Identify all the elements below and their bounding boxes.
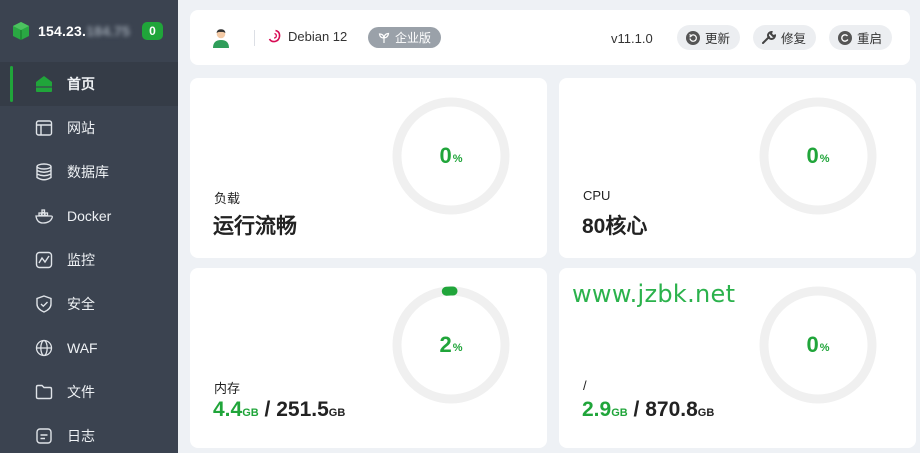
disk-label: / [583,378,587,393]
cpu-gauge: 0% [757,95,879,217]
load-status: 运行流畅 [213,215,297,238]
sidebar-item-label: 数据库 [67,164,109,180]
load-percent: 0% [439,143,463,168]
sidebar-item-label: WAF [67,340,98,356]
sidebar-item-label: 监控 [67,252,95,268]
sidebar-item-label: 文件 [67,384,95,400]
restart-icon [838,30,852,45]
memory-card[interactable]: 2% 内存 4.4GB / 251.5GB [190,268,547,448]
restart-button[interactable]: 重启 [829,25,893,50]
load-card[interactable]: 0% 负载 运行流畅 [190,78,547,258]
website-icon [34,118,54,138]
avatar[interactable] [210,27,232,49]
sidebar-nav: 首页 网站 数据库 Docker 监控 安全 WAF 文件 日志 [0,62,178,453]
load-gauge: 0% [390,95,512,217]
sidebar-item-label: 首页 [67,76,95,92]
sidebar-item-database[interactable]: 数据库 [0,150,178,194]
cpu-label: CPU [583,188,611,203]
version-label: v11.1.0 [611,31,653,46]
edition-label: 企业版 [395,31,432,45]
cpu-card[interactable]: 0% CPU 80核心 [559,78,916,258]
sidebar-item-security[interactable]: 安全 [0,282,178,326]
memory-label: 内存 [214,381,241,396]
sidebar-item-label: Docker [67,208,112,224]
memory-gauge: 2% [390,284,512,406]
server-brand: 154.23.184.75 0 [0,0,178,62]
waf-icon [34,338,54,358]
sidebar-item-files[interactable]: 文件 [0,370,178,414]
memory-percent: 2% [439,332,463,357]
load-label: 负载 [214,191,241,206]
debian-icon [268,29,281,43]
edition-badge: 企业版 [368,27,442,48]
sidebar-item-label: 网站 [67,120,95,136]
database-icon [34,162,54,182]
top-bar: Debian 12 企业版 v11.1.0 更新 修复 重启 [190,10,910,65]
repair-button-label: 修复 [781,32,807,46]
restart-button-label: 重启 [857,32,883,46]
refresh-icon [686,30,700,45]
docker-icon [34,206,54,226]
os-name: Debian 12 [288,28,348,44]
update-button-label: 更新 [705,32,731,46]
cpu-cores: 80核心 [582,215,648,238]
wrench-icon [762,30,777,44]
sidebar-item-logs[interactable]: 日志 [0,414,178,453]
update-button[interactable]: 更新 [677,25,741,50]
sidebar-item-home[interactable]: 首页 [0,62,178,106]
cpu-percent: 0% [806,143,830,168]
os-info: Debian 12 [266,28,347,44]
sidebar-item-monitor[interactable]: 监控 [0,238,178,282]
disk-usage: 2.9GB / 870.8GB [582,398,715,421]
alert-count-badge[interactable]: 0 [142,22,163,40]
sidebar: 154.23.184.75 0 首页 网站 数据库 Docker 监控 安全 W… [0,0,178,453]
sidebar-item-label: 安全 [67,296,95,312]
disk-percent: 0% [806,332,830,357]
monitor-icon [34,250,54,270]
disk-gauge: 0% [757,284,879,406]
sidebar-item-label: 日志 [67,428,95,444]
sidebar-item-docker[interactable]: Docker [0,194,178,238]
shield-icon [34,294,54,314]
sprout-icon [378,32,390,43]
folder-icon [34,382,54,402]
home-icon [34,74,54,94]
repair-button[interactable]: 修复 [753,25,817,50]
server-ip: 154.23.184.75 [38,23,131,39]
sidebar-item-waf[interactable]: WAF [0,326,178,370]
server-logo-icon [13,22,29,40]
sidebar-item-website[interactable]: 网站 [0,106,178,150]
watermark: www.jzbk.net [572,280,736,308]
log-icon [34,426,54,446]
topbar-divider [254,30,255,46]
memory-usage: 4.4GB / 251.5GB [213,398,346,421]
